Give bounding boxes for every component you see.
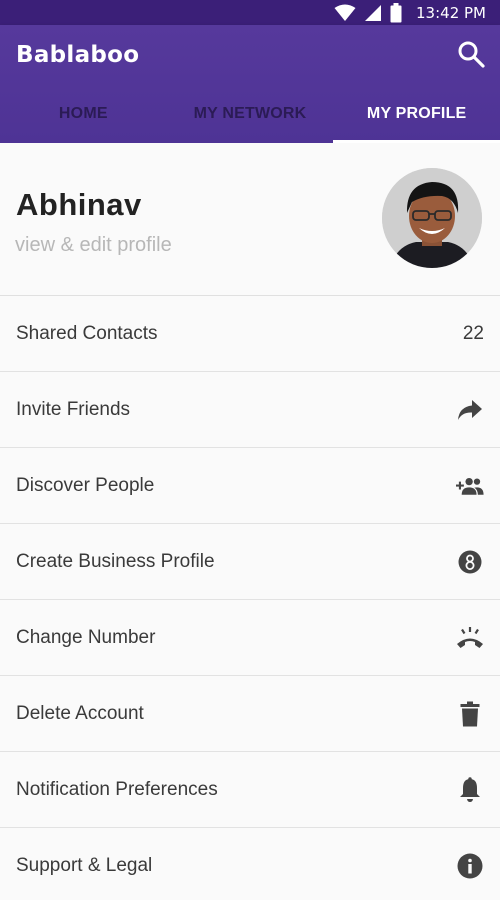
menu-item-label: Delete Account: [16, 702, 144, 724]
business-icon: [456, 548, 484, 576]
phone-ringing-icon: [456, 624, 484, 652]
wifi-icon: [334, 4, 356, 21]
menu-item-discover-people[interactable]: Discover People: [0, 448, 500, 524]
menu-item-label: Create Business Profile: [16, 550, 215, 572]
status-bar: 13:42 PM: [0, 0, 500, 25]
menu-item-invite-friends[interactable]: Invite Friends: [0, 372, 500, 448]
menu-item-label: Discover People: [16, 474, 155, 496]
bell-icon: [456, 776, 484, 804]
profile-header[interactable]: Abhinav view & edit profile: [0, 143, 500, 296]
menu-item-label: Shared Contacts: [16, 322, 158, 344]
menu-item-support-legal[interactable]: Support & Legal: [0, 828, 500, 900]
search-button[interactable]: [456, 39, 486, 69]
menu-item-change-number[interactable]: Change Number: [0, 600, 500, 676]
add-people-icon: [456, 472, 484, 500]
status-time: 13:42 PM: [416, 3, 486, 22]
info-icon: [456, 852, 484, 880]
share-icon: [456, 396, 484, 424]
menu-item-label: Invite Friends: [16, 398, 131, 420]
battery-icon: [390, 2, 402, 22]
app-title: Bablaboo: [16, 42, 140, 68]
menu-item-create-business-profile[interactable]: Create Business Profile: [0, 524, 500, 600]
menu-item-delete-account[interactable]: Delete Account: [0, 676, 500, 752]
shared-contacts-count: 22: [462, 322, 484, 344]
tab-home-label: HOME: [58, 105, 108, 122]
avatar-photo: [382, 168, 482, 268]
tab-my-network[interactable]: MY NETWORK: [167, 85, 334, 143]
app-bar: Bablaboo HOME MY NETWORK MY PROFILE: [0, 25, 500, 143]
profile-menu: Shared Contacts 22 Invite Friends Discov…: [0, 296, 500, 900]
search-icon: [458, 41, 485, 68]
tab-my-profile-label: MY PROFILE: [366, 105, 467, 122]
edit-profile-link[interactable]: view & edit profile: [15, 234, 172, 257]
tab-home[interactable]: HOME: [0, 85, 167, 143]
profile-name: Abhinav: [16, 187, 142, 222]
tab-my-profile[interactable]: MY PROFILE: [333, 85, 500, 143]
menu-item-label: Change Number: [16, 626, 156, 648]
menu-item-label: Support & Legal: [16, 855, 153, 876]
signal-icon: [365, 4, 382, 21]
tab-bar: HOME MY NETWORK MY PROFILE: [0, 85, 500, 143]
menu-item-label: Notification Preferences: [16, 778, 218, 800]
menu-item-shared-contacts[interactable]: Shared Contacts 22: [0, 296, 500, 372]
menu-item-notification-preferences[interactable]: Notification Preferences: [0, 752, 500, 828]
trash-icon: [456, 700, 484, 728]
tab-my-network-label: MY NETWORK: [193, 105, 307, 122]
avatar[interactable]: [382, 168, 482, 268]
